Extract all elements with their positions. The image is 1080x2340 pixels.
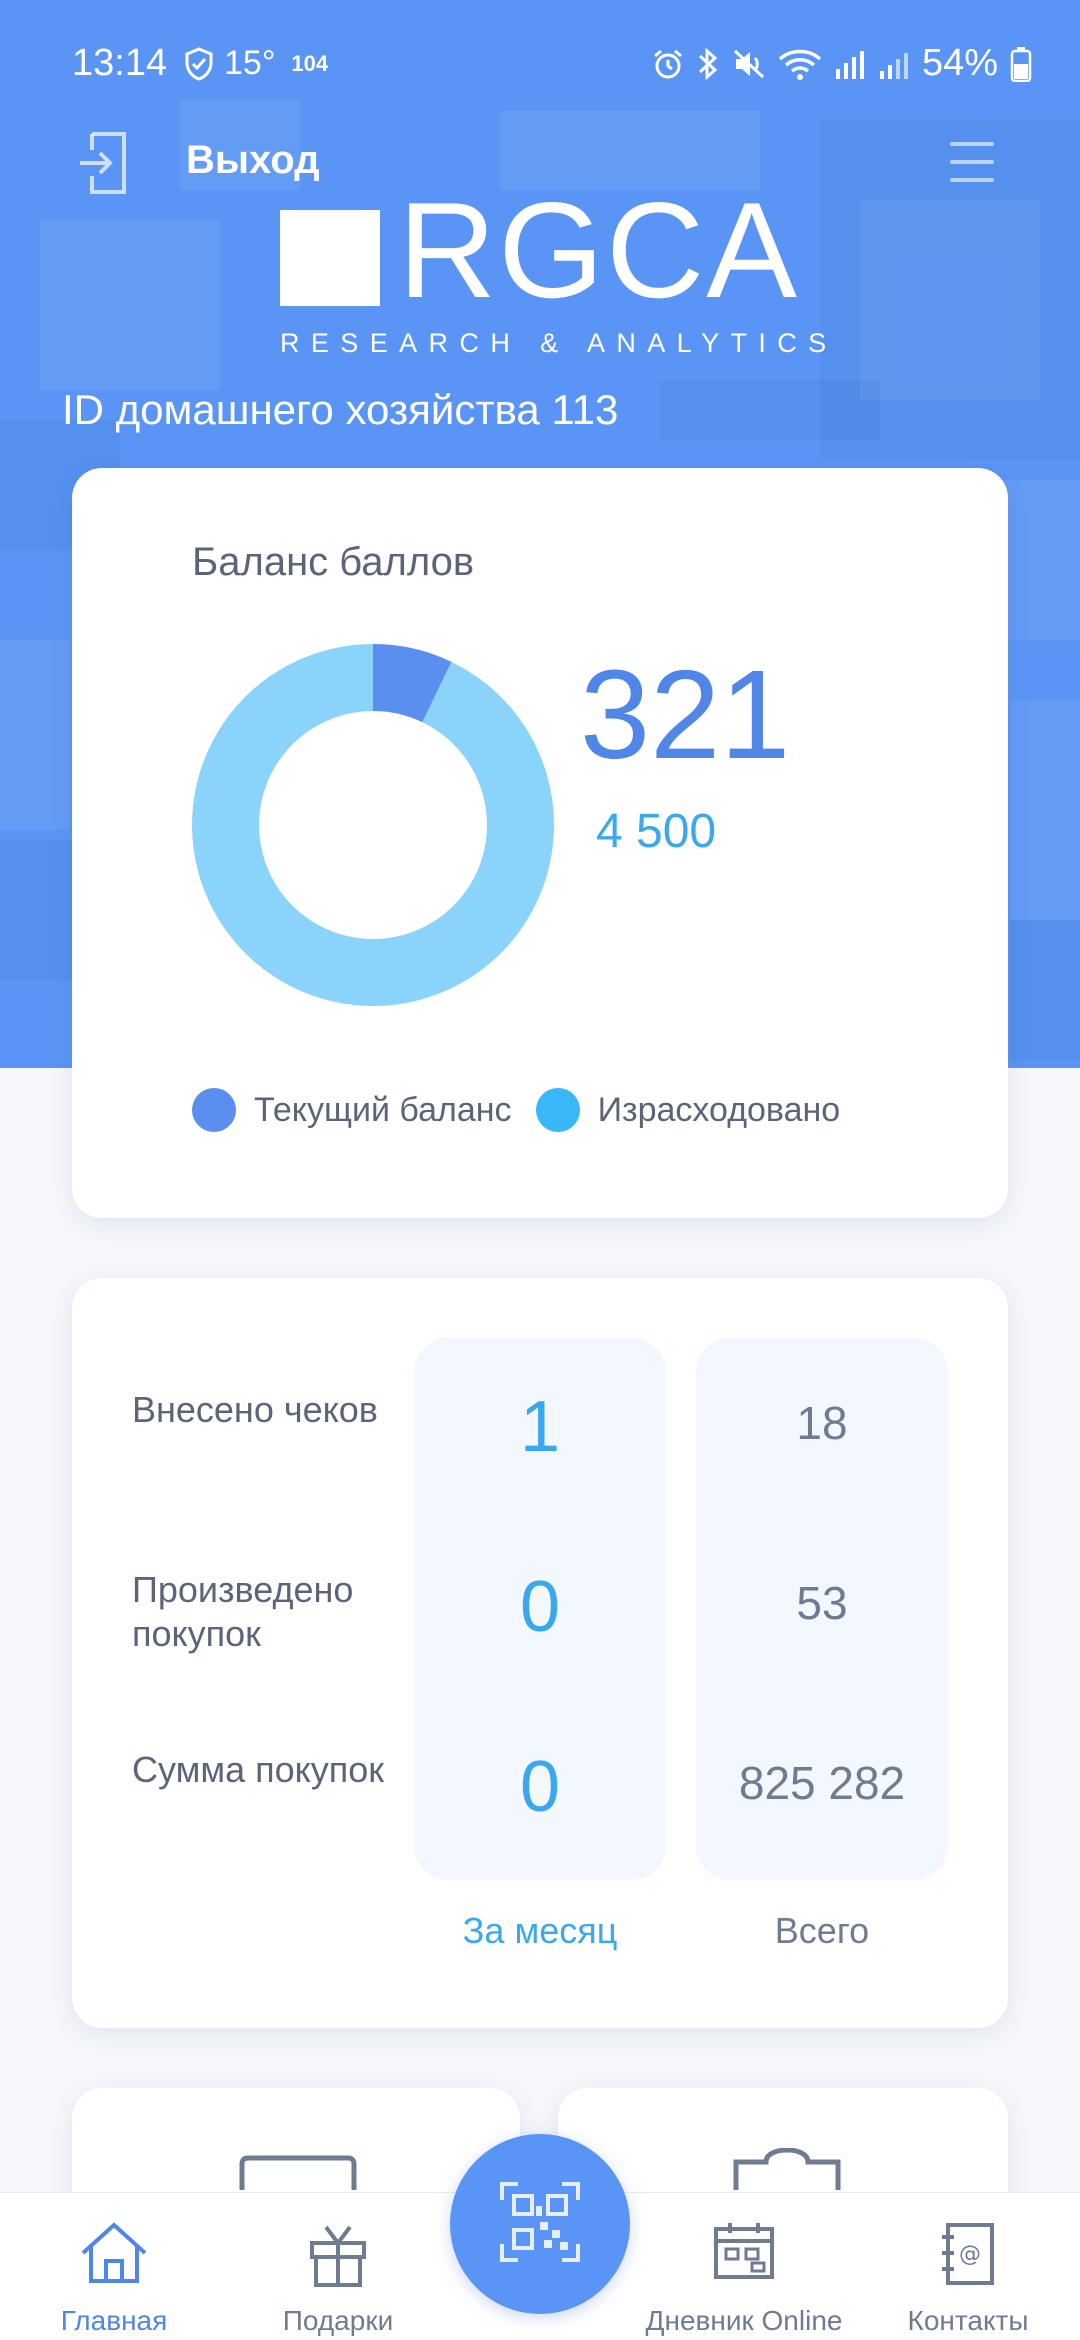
legend-dot-spent [535, 1088, 580, 1132]
row-label-purchases: Произведено покупок [132, 1569, 354, 1654]
legend-item-current: Текущий баланс [192, 1088, 512, 1132]
sum-total-value: 825 282 [738, 1757, 906, 1809]
nav-home-label: Главная [60, 2305, 168, 2336]
status-extra: 104 [291, 50, 329, 76]
balance-title: Баланс баллов [192, 540, 475, 584]
nav-contacts-label: Контакты [907, 2305, 1029, 2336]
legend-label-current: Текущий баланс [254, 1090, 512, 1129]
balance-total-value: 4 500 [596, 805, 717, 858]
clipboard-icon [733, 2148, 841, 2190]
row-label-sum: Сумма покупок [132, 1749, 385, 1790]
logo-square [280, 210, 380, 306]
mute-icon [733, 49, 764, 78]
stats-card: Внесено чеков 1 18 Произведено покупок 0… [72, 1278, 1008, 2028]
status-bar: 13:14 15° 104 54% [0, 0, 1080, 100]
signal-icon [879, 52, 908, 79]
qr-scan-icon [500, 2182, 580, 2262]
home-icon [81, 2222, 147, 2283]
battery-percent: 54% [921, 42, 998, 84]
logout-icon[interactable] [78, 130, 132, 196]
household-id: ID домашнего хозяйства 113 [62, 386, 619, 433]
balance-donut-chart [192, 644, 554, 1006]
nav-contacts[interactable]: @ Контакты [860, 2193, 1076, 2340]
donut-slice-spent [192, 644, 554, 1006]
logout-button[interactable]: Выход [186, 138, 320, 183]
contacts-book-icon: @ [942, 2223, 994, 2285]
nav-home[interactable]: Главная [6, 2193, 222, 2340]
receipts-month-value: 1 [519, 1387, 561, 1467]
gift-icon [310, 2225, 366, 2287]
wifi-icon [778, 49, 822, 80]
svg-text:@: @ [959, 2242, 981, 2267]
month-caption: За месяц [462, 1910, 618, 1951]
nav-diary[interactable]: Дневник Online [636, 2193, 852, 2340]
balance-card: Баланс баллов 321 4 500 Текущий баланс И… [72, 468, 1008, 1218]
legend-label-spent: Израсходовано [597, 1090, 841, 1129]
sum-month-value: 0 [519, 1747, 561, 1827]
nav-diary-label: Дневник Online [645, 2305, 843, 2336]
balance-current-value: 321 [580, 644, 791, 785]
menu-icon[interactable] [950, 142, 994, 188]
qr-scan-button[interactable] [450, 2134, 630, 2314]
receipts-total-value: 18 [796, 1397, 848, 1449]
legend-dot-current [192, 1088, 236, 1132]
total-caption: Всего [774, 1910, 870, 1951]
alarm-icon [653, 49, 682, 78]
nav-gifts[interactable]: Подарки [230, 2193, 446, 2340]
legend-item-spent: Израсходовано [535, 1088, 841, 1132]
purchases-month-value: 0 [519, 1567, 561, 1647]
rgca-logo: RGCA RESEARCH & ANALYTICS [278, 182, 826, 364]
receipt-icon [239, 2155, 357, 2190]
nav-gifts-label: Подарки [282, 2305, 394, 2336]
signal-r-icon [835, 50, 864, 79]
shield-icon [185, 46, 213, 81]
battery-icon [1010, 46, 1032, 82]
status-temperature: 15° [224, 44, 276, 82]
purchases-total-value: 53 [796, 1577, 848, 1629]
status-time: 13:14 [72, 42, 168, 84]
row-label-receipts: Внесено чеков [132, 1389, 378, 1430]
bluetooth-icon [698, 47, 718, 80]
calendar-icon [714, 2223, 774, 2279]
logo-word: RGCA [398, 174, 799, 326]
logo-tagline: RESEARCH & ANALYTICS [280, 328, 838, 358]
chart-legend: Текущий баланс Израсходовано [192, 1088, 864, 1132]
